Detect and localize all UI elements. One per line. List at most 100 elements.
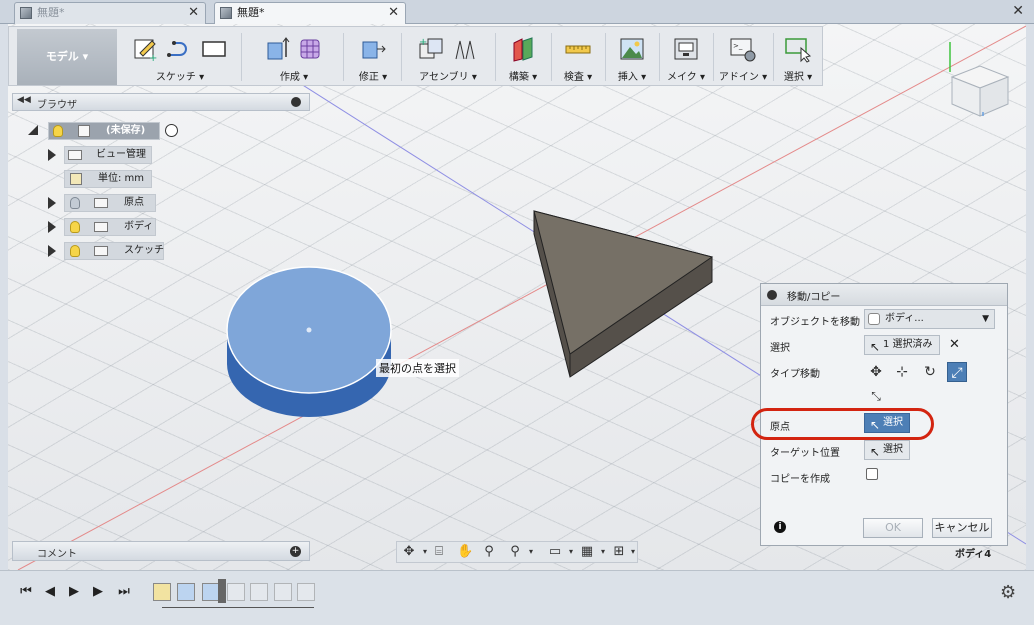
timeline-marker[interactable] bbox=[218, 579, 226, 603]
cylinder-body[interactable] bbox=[226, 266, 392, 417]
zoom-icon[interactable]: ⚲ bbox=[481, 545, 497, 559]
toolbar-group-inspect[interactable]: 検査 ▾ bbox=[553, 29, 603, 85]
gear-icon[interactable]: ⚙ bbox=[1000, 582, 1016, 603]
dialog-title-bar[interactable]: 移動/コピー bbox=[761, 284, 1007, 306]
joint-icon[interactable] bbox=[451, 35, 479, 63]
toolbar-group-select[interactable]: 選択 ▾ bbox=[775, 29, 821, 85]
tree-item-sketches[interactable]: スケッチ bbox=[48, 241, 168, 261]
select-icon[interactable] bbox=[784, 35, 812, 63]
close-tab-icon[interactable]: ✕ bbox=[188, 3, 199, 23]
expand-triangle-icon[interactable] bbox=[48, 221, 56, 233]
display-settings-icon[interactable]: ▭ bbox=[547, 545, 563, 559]
toolbar-group-make[interactable]: メイク ▾ bbox=[661, 29, 711, 85]
expand-triangle-icon[interactable] bbox=[28, 125, 38, 135]
toolbar-separator bbox=[401, 33, 402, 81]
grid-settings-icon[interactable]: ▦ bbox=[579, 545, 595, 559]
insert-image-icon[interactable] bbox=[618, 35, 646, 63]
translate-icon[interactable]: ⊹ bbox=[892, 362, 912, 382]
visibility-bulb-off-icon[interactable] bbox=[70, 197, 80, 209]
tree-item-view-management[interactable]: ビュー管理 bbox=[48, 145, 158, 165]
browser-minimize-icon[interactable] bbox=[291, 97, 301, 107]
visibility-bulb-icon[interactable] bbox=[70, 245, 80, 257]
toolbar-group-addins[interactable]: >_ アドイン ▾ bbox=[715, 29, 771, 85]
viewcube[interactable] bbox=[949, 42, 1010, 117]
main-toolbar: モデル ▾ + スケッチ ▾ 作成 ▾ 修正 ▾ + アセンブリ ▾ 構築 ▾ … bbox=[8, 26, 823, 86]
cancel-button[interactable]: キャンセル bbox=[932, 518, 992, 538]
timeline-extrude-icon[interactable] bbox=[250, 583, 268, 601]
selection-button[interactable]: ↖ 1 選択済み bbox=[864, 335, 940, 355]
expand-triangle-icon[interactable] bbox=[48, 245, 56, 257]
go-to-start-icon[interactable]: ⏮ bbox=[18, 585, 34, 599]
rectangle-icon[interactable] bbox=[200, 35, 228, 63]
visibility-bulb-icon[interactable] bbox=[53, 125, 63, 137]
tab-untitled-1[interactable]: 無題* ✕ bbox=[14, 2, 206, 24]
timeline-body-icon[interactable] bbox=[274, 583, 292, 601]
tab-label: 無題* bbox=[37, 6, 65, 19]
step-back-icon[interactable]: ◀ bbox=[42, 585, 58, 599]
info-icon[interactable]: i bbox=[774, 521, 786, 533]
orbit-icon[interactable]: ✥ bbox=[401, 545, 417, 559]
extrude-icon[interactable] bbox=[263, 35, 291, 63]
expand-triangle-icon[interactable] bbox=[48, 197, 56, 209]
window-close-icon[interactable]: ✕ bbox=[1012, 3, 1024, 19]
pan-hand-icon[interactable]: ✋ bbox=[457, 545, 473, 559]
create-sketch-icon[interactable]: + bbox=[132, 35, 160, 63]
chevron-down-icon[interactable]: ▾ bbox=[563, 545, 579, 559]
timeline-move-icon[interactable] bbox=[297, 583, 315, 601]
tab-untitled-2[interactable]: 無題* ✕ bbox=[214, 2, 406, 24]
play-icon[interactable]: ▶ bbox=[66, 585, 82, 599]
chevron-down-icon[interactable]: ▾ bbox=[625, 545, 641, 559]
triangular-prism-body[interactable] bbox=[533, 210, 714, 378]
move-object-dropdown[interactable]: ボディ... ▼ bbox=[864, 309, 995, 329]
activate-radio-icon[interactable] bbox=[165, 124, 178, 137]
add-comment-icon[interactable]: + bbox=[290, 546, 301, 557]
create-copy-checkbox[interactable] bbox=[866, 468, 878, 480]
browser-panel-header[interactable]: ◀◀ ブラウザ bbox=[12, 93, 310, 111]
toolbar-separator bbox=[495, 33, 496, 81]
timeline-sketch-icon[interactable] bbox=[227, 583, 245, 601]
step-forward-icon[interactable]: ▶ bbox=[90, 585, 106, 599]
toolbar-group-modify[interactable]: 修正 ▾ bbox=[347, 29, 399, 85]
tree-root[interactable]: (未保存) bbox=[28, 121, 188, 141]
tree-item-units[interactable]: 単位: mm bbox=[48, 169, 158, 189]
point-to-point-icon[interactable]: ⤢ bbox=[947, 362, 967, 382]
press-pull-icon[interactable] bbox=[359, 35, 387, 63]
go-to-end-icon[interactable]: ⏭ bbox=[116, 585, 132, 599]
chevron-down-icon[interactable]: ▾ bbox=[595, 545, 611, 559]
line-arc-icon[interactable] bbox=[166, 35, 194, 63]
tree-item-origin[interactable]: 原点 bbox=[48, 193, 158, 213]
form-icon[interactable] bbox=[297, 35, 325, 63]
dialog-minimize-icon[interactable] bbox=[767, 290, 777, 300]
toolbar-group-construct[interactable]: 構築 ▾ bbox=[497, 29, 549, 85]
toolbar-group-insert[interactable]: 挿入 ▾ bbox=[607, 29, 657, 85]
tab-label: 無題* bbox=[237, 6, 265, 19]
close-tab-icon[interactable]: ✕ bbox=[388, 3, 399, 23]
toolbar-group-sketch[interactable]: + スケッチ ▾ bbox=[121, 29, 239, 85]
workspace-dropdown[interactable]: モデル ▾ bbox=[17, 29, 117, 85]
free-move-icon[interactable]: ✥ bbox=[866, 362, 886, 382]
timeline-sketch-icon[interactable] bbox=[153, 583, 171, 601]
offset-plane-icon[interactable] bbox=[509, 35, 537, 63]
tab-bar: 無題* ✕ 無題* ✕ ✕ bbox=[0, 0, 1034, 24]
fit-icon[interactable]: ⚲ bbox=[507, 545, 523, 559]
ok-button[interactable]: OK bbox=[863, 518, 923, 538]
scripts-addins-icon[interactable]: >_ bbox=[729, 35, 757, 63]
new-component-icon[interactable]: + bbox=[417, 35, 445, 63]
target-select-button[interactable]: ↖ 選択 bbox=[864, 440, 910, 460]
expand-triangle-icon[interactable] bbox=[48, 149, 56, 161]
timeline-extrude-icon[interactable] bbox=[177, 583, 195, 601]
point-to-position-icon[interactable]: ⤡ bbox=[866, 386, 886, 406]
3d-print-icon[interactable] bbox=[672, 35, 700, 63]
clear-selection-icon[interactable]: ✕ bbox=[949, 337, 960, 352]
rotate-icon[interactable]: ↻ bbox=[920, 362, 940, 382]
look-at-icon[interactable]: ⌸ bbox=[431, 545, 447, 559]
cursor-arrow-icon: ↖ bbox=[870, 445, 881, 459]
visibility-bulb-icon[interactable] bbox=[70, 221, 80, 233]
chevron-down-icon[interactable]: ▾ bbox=[523, 545, 539, 559]
collapse-arrows-icon[interactable]: ◀◀ bbox=[17, 95, 31, 105]
toolbar-group-assemble[interactable]: + アセンブリ ▾ bbox=[403, 29, 493, 85]
measure-icon[interactable] bbox=[564, 35, 592, 63]
toolbar-group-create[interactable]: 作成 ▾ bbox=[249, 29, 339, 85]
tree-item-bodies[interactable]: ボディ bbox=[48, 217, 158, 237]
comment-panel[interactable]: コメント + bbox=[12, 541, 310, 561]
